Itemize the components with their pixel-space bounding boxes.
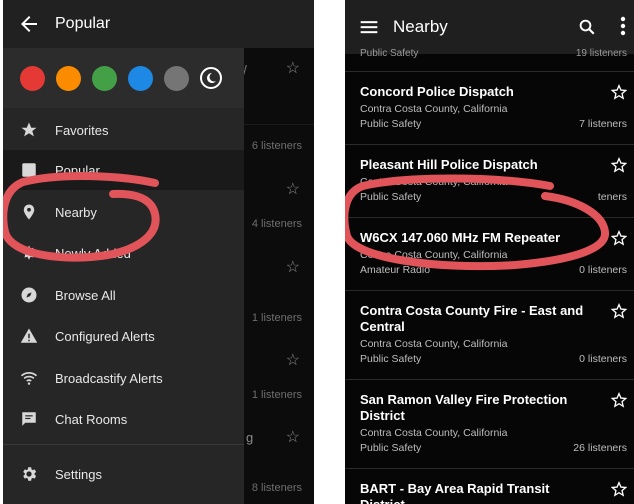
feed-location: Contra Costa County, California	[360, 176, 508, 188]
drawer-item-label: Browse All	[55, 287, 116, 303]
drawer-item-label: Favorites	[55, 122, 109, 138]
color-gray-swatch[interactable]	[164, 65, 189, 91]
drawer-divider	[3, 444, 244, 445]
star-icon[interactable]	[611, 157, 627, 173]
list-item[interactable]: San Ramon Valley Fire Protection Distric…	[345, 380, 634, 469]
drawer-item-configured-alerts[interactable]: Configured Alerts	[3, 316, 244, 356]
dark-mode-toggle[interactable]	[200, 67, 222, 89]
drawer-header: Popular	[3, 0, 244, 48]
list-item[interactable]: Concord Police Dispatch Contra Costa Cou…	[345, 72, 634, 145]
drawer-item-chat-rooms[interactable]: Chat Rooms	[3, 399, 244, 439]
hamburger-menu-icon[interactable]	[359, 17, 379, 37]
feed-name: W6CX 147.060 MHz FM Repeater	[360, 230, 561, 245]
star-icon[interactable]	[611, 392, 627, 408]
drawer-item-popular[interactable]: Popular	[3, 150, 244, 190]
compass-icon	[19, 285, 39, 305]
feed-name: BART - Bay Area Rapid Transit District	[360, 481, 550, 504]
star-icon[interactable]: ☆	[286, 427, 300, 447]
star-icon[interactable]: ☆	[286, 350, 300, 370]
feed-name: Contra Costa County Fire - East and Cent…	[360, 303, 584, 334]
feed-name: Concord Police Dispatch	[360, 84, 514, 99]
navigation-drawer: Popular Favorites Popular Nearby Newly A…	[3, 0, 244, 504]
left-screenshot: Popular ☆ / 6 listeners ☆ 4 listeners ☆ …	[3, 0, 314, 504]
drawer-item-label: Chat Rooms	[55, 411, 128, 427]
star-icon[interactable]: ☆	[286, 179, 300, 199]
listener-count: 0 listeners	[579, 353, 627, 365]
star-icon[interactable]	[611, 481, 627, 497]
star-icon[interactable]	[611, 84, 627, 100]
theme-color-picker	[3, 48, 244, 108]
drawer-item-browse-all[interactable]: Browse All	[3, 275, 244, 315]
feed-category: Public Safety	[360, 118, 422, 130]
list-item[interactable]: Contra Costa County Fire - East and Cent…	[345, 291, 634, 380]
drawer-item-nearby[interactable]: Nearby	[3, 192, 244, 232]
feed-location: Contra Costa County, California	[360, 338, 508, 350]
listener-count: 8 listeners	[251, 482, 302, 494]
color-orange-swatch[interactable]	[56, 65, 81, 91]
drawer-item-label: Settings	[55, 466, 102, 482]
feed-category: Public Safety	[360, 353, 422, 365]
listener-count: 0 listeners	[579, 264, 627, 276]
back-arrow-icon[interactable]	[17, 12, 41, 36]
listener-count: 6 listeners	[251, 140, 302, 152]
listener-count: 7 listeners	[579, 118, 627, 130]
wifi-icon	[19, 368, 39, 388]
list-item[interactable]: Pleasant Hill Police Dispatch Contra Cos…	[345, 145, 634, 218]
star-icon[interactable]: ☆	[286, 58, 300, 78]
color-green-swatch[interactable]	[92, 65, 117, 91]
feed-category: Public Safety	[360, 191, 422, 203]
right-screenshot: Nearby Public Safety 19 listeners Concor…	[345, 0, 634, 504]
feed-name: San Ramon Valley Fire Protection Distric…	[360, 392, 568, 423]
listener-count: 19 listeners	[575, 48, 627, 59]
search-icon[interactable]	[578, 18, 596, 36]
drawer-item-favorites[interactable]: Favorites	[3, 110, 244, 150]
color-blue-swatch[interactable]	[128, 65, 153, 91]
listener-count: teners	[597, 191, 627, 203]
drawer-item-settings[interactable]: Settings	[3, 454, 244, 494]
location-pin-icon	[19, 202, 39, 222]
feed-category: Public Safety	[360, 442, 422, 454]
list-item[interactable]: BART - Bay Area Rapid Transit District	[345, 469, 634, 504]
feed-location: Contra Costa County, California	[360, 103, 508, 115]
moon-icon	[207, 73, 216, 83]
drawer-item-broadcastify-alerts[interactable]: Broadcastify Alerts	[3, 358, 244, 398]
truncated-text: g	[246, 430, 254, 445]
feed-location: Contra Costa County, California	[360, 427, 508, 439]
drawer-item-label: Nearby	[55, 204, 97, 220]
drawer-item-recent[interactable]: Newly Added	[3, 233, 244, 273]
feed-location: Contra Costa County, California	[360, 249, 508, 261]
chat-icon	[19, 409, 39, 429]
feed-list: Public Safety 19 listeners Concord Polic…	[345, 48, 634, 504]
star-icon	[19, 120, 39, 140]
drawer-item-label: Broadcastify Alerts	[55, 370, 163, 386]
new-icon	[19, 243, 39, 263]
list-item[interactable]: W6CX 147.060 MHz FM Repeater Contra Cost…	[345, 218, 634, 291]
page-title: Nearby	[393, 17, 448, 36]
drawer-item-label: Newly Added	[55, 245, 131, 261]
star-icon[interactable]: ☆	[286, 257, 300, 277]
star-icon[interactable]	[611, 303, 627, 319]
listener-count: 1 listeners	[251, 389, 302, 401]
app-bar: Nearby	[345, 0, 634, 54]
warning-icon	[19, 326, 39, 346]
star-icon[interactable]	[611, 230, 627, 246]
feed-category: Public Safety	[360, 48, 419, 59]
chart-icon	[19, 160, 39, 180]
drawer-title: Popular	[55, 15, 111, 32]
listener-count: 1 listeners	[251, 312, 302, 324]
list-item[interactable]: Public Safety 19 listeners	[345, 48, 634, 72]
listener-count: 26 listeners	[573, 442, 627, 454]
more-vert-icon[interactable]	[620, 16, 626, 36]
listener-count: 4 listeners	[251, 218, 302, 230]
drawer-item-label: Configured Alerts	[55, 328, 155, 344]
drawer-item-label: Popular	[55, 162, 100, 178]
gear-icon	[19, 464, 39, 484]
color-red-swatch[interactable]	[20, 65, 45, 91]
feed-name: Pleasant Hill Police Dispatch	[360, 157, 538, 172]
feed-category: Amateur Radio	[360, 264, 431, 276]
